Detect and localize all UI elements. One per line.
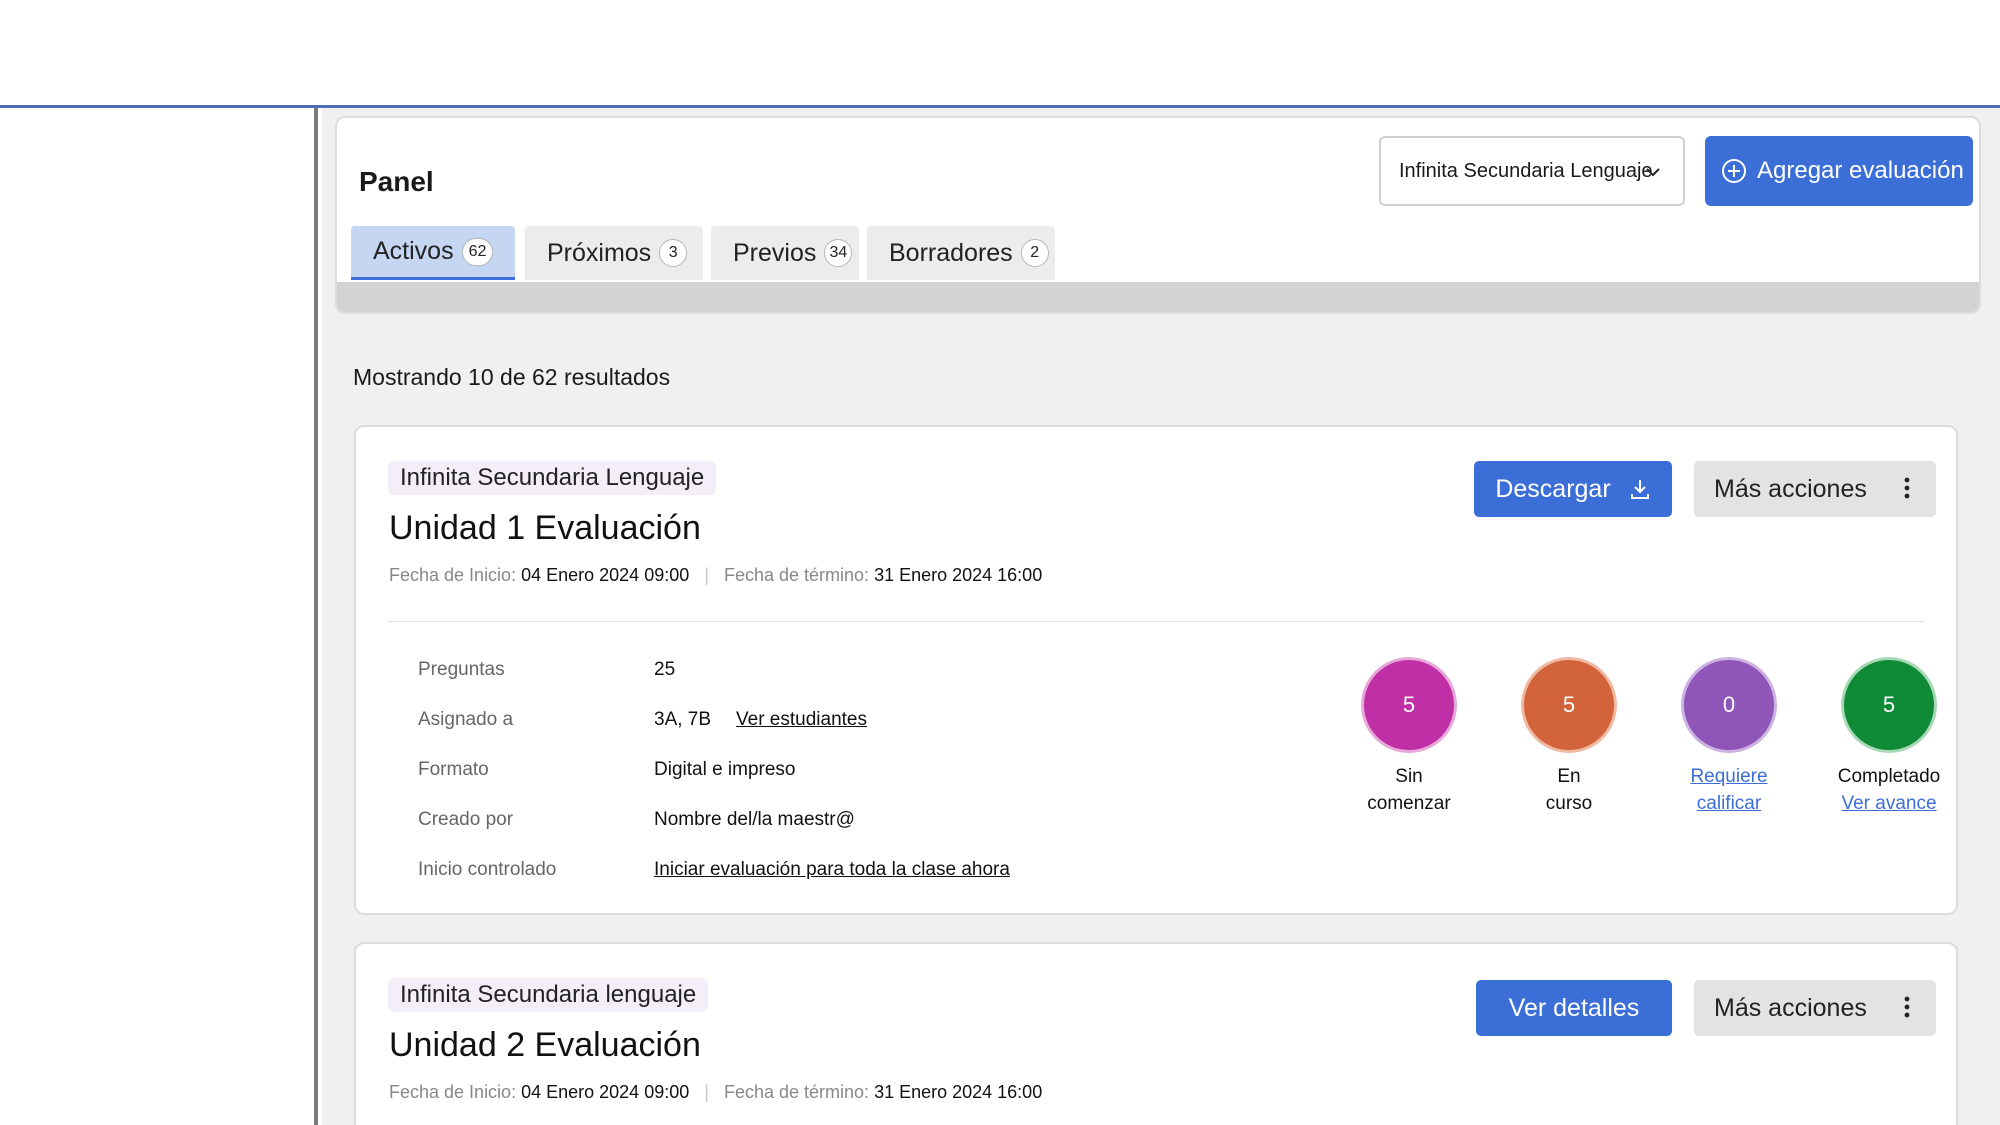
stat-in-progress: 5 En curso	[1499, 657, 1639, 817]
detail-value: 25	[654, 659, 676, 680]
date-separator: |	[704, 565, 709, 585]
chevron-down-icon	[1646, 168, 1660, 177]
start-for-class-link[interactable]: Iniciar evaluación para toda la clase ah…	[654, 859, 1010, 881]
more-actions-button[interactable]: Más acciones	[1694, 461, 1936, 517]
evaluation-title: Unidad 2 Evaluación	[389, 1026, 701, 1064]
evaluation-card: Infinita Secundaria lenguaje Unidad 2 Ev…	[354, 942, 1958, 1125]
school-select-value: Infinita Secundaria Lenguaje	[1399, 159, 1653, 182]
view-progress-link[interactable]: Ver avance	[1841, 793, 1936, 814]
tab-label: Activos	[373, 237, 454, 265]
view-details-label: Ver detalles	[1508, 993, 1640, 1022]
top-header	[0, 0, 2000, 108]
more-actions-label: Más acciones	[1714, 474, 1867, 503]
panel-divider-strip	[337, 282, 1979, 312]
tab-count-badge: 34	[824, 239, 853, 267]
tab-proximos[interactable]: Próximos 3	[525, 226, 703, 280]
download-label: Descargar	[1495, 474, 1611, 503]
panel-header: Panel Infinita Secundaria Lenguaje Agreg…	[335, 116, 1981, 314]
evaluation-title: Unidad 1 Evaluación	[389, 509, 701, 547]
stat-label-line: Completado	[1837, 766, 1941, 787]
stat-circle: 5	[1521, 657, 1617, 753]
stat-label: En curso	[1499, 763, 1639, 817]
stat-needs-grading: 0 Requiere calificar	[1659, 657, 1799, 817]
detail-value: Digital e impreso	[654, 759, 796, 780]
end-date-label: Fecha de término:	[723, 1082, 870, 1102]
card-divider	[388, 621, 1924, 622]
date-separator: |	[704, 1082, 709, 1102]
tab-borradores[interactable]: Borradores 2	[867, 226, 1055, 280]
evaluation-card: Infinita Secundaria Lenguaje Unidad 1 Ev…	[354, 425, 1958, 915]
page-title: Panel	[359, 166, 434, 197]
tab-previos[interactable]: Previos 34	[711, 226, 859, 280]
left-sidebar	[0, 108, 318, 1125]
detail-key: Asignado a	[418, 709, 514, 730]
school-tag: Infinita Secundaria lenguaje	[388, 978, 709, 1012]
stat-circle: 5	[1361, 657, 1457, 753]
needs-grading-link[interactable]: Requiere	[1690, 766, 1767, 787]
view-students-link[interactable]: Ver estudiantes	[736, 709, 867, 731]
end-date: 31 Enero 2024 16:00	[874, 1082, 1043, 1102]
plus-circle-icon	[1722, 159, 1746, 183]
school-select[interactable]: Infinita Secundaria Lenguaje	[1379, 136, 1685, 206]
main-content: Panel Infinita Secundaria Lenguaje Agreg…	[322, 108, 2000, 1125]
stat-label-line: Sin	[1395, 766, 1423, 787]
stat-label-line: comenzar	[1367, 793, 1451, 814]
stat-circle: 5	[1841, 657, 1937, 753]
results-count: Mostrando 10 de 62 resultados	[353, 364, 671, 390]
needs-grading-link[interactable]: calificar	[1697, 793, 1761, 814]
stat-label-line: curso	[1545, 793, 1593, 814]
stat-circle: 0	[1681, 657, 1777, 753]
kebab-menu-icon	[1904, 996, 1910, 1018]
detail-key: Inicio controlado	[418, 859, 557, 880]
tab-count-badge: 3	[659, 239, 688, 267]
tab-activos[interactable]: Activos 62	[351, 226, 515, 280]
school-tag: Infinita Secundaria Lenguaje	[388, 461, 717, 495]
stat-completed: 5 Completado Ver avance	[1819, 657, 1956, 817]
download-button[interactable]: Descargar	[1474, 461, 1672, 517]
tab-count-badge: 62	[461, 237, 494, 266]
kebab-menu-icon	[1904, 477, 1910, 499]
stat-not-started: 5 Sin comenzar	[1339, 657, 1479, 817]
start-date: 04 Enero 2024 09:00	[521, 565, 690, 585]
more-actions-label: Más acciones	[1714, 993, 1867, 1022]
add-evaluation-button[interactable]: Agregar evaluación	[1705, 136, 1973, 206]
stat-label: Completado Ver avance	[1819, 763, 1956, 817]
start-date-label: Fecha de Inicio:	[389, 1082, 517, 1102]
stat-label: Requiere calificar	[1659, 763, 1799, 817]
tab-label: Próximos	[547, 238, 652, 267]
stat-label: Sin comenzar	[1339, 763, 1479, 817]
detail-key: Formato	[418, 759, 489, 780]
tab-count-badge: 2	[1020, 239, 1049, 267]
download-icon	[1630, 480, 1649, 499]
tab-label: Borradores	[889, 238, 1013, 267]
start-date: 04 Enero 2024 09:00	[521, 1082, 690, 1102]
view-details-button[interactable]: Ver detalles	[1476, 980, 1672, 1036]
detail-value: 3A, 7B	[654, 709, 712, 730]
stat-label-line: En	[1557, 766, 1581, 787]
end-date: 31 Enero 2024 16:00	[874, 565, 1043, 585]
evaluation-dates: Fecha de Inicio: 04 Enero 2024 09:00 | F…	[389, 1082, 1042, 1103]
start-date-label: Fecha de Inicio:	[389, 565, 517, 585]
add-evaluation-label: Agregar evaluación	[1757, 157, 1964, 184]
end-date-label: Fecha de término:	[723, 565, 870, 585]
tab-label: Previos	[733, 238, 817, 267]
detail-key: Creado por	[418, 809, 514, 830]
more-actions-button[interactable]: Más acciones	[1694, 980, 1936, 1036]
detail-value: Nombre del/la maestr@	[654, 809, 855, 830]
evaluation-dates: Fecha de Inicio: 04 Enero 2024 09:00 | F…	[389, 565, 1042, 586]
detail-key: Preguntas	[418, 659, 505, 680]
